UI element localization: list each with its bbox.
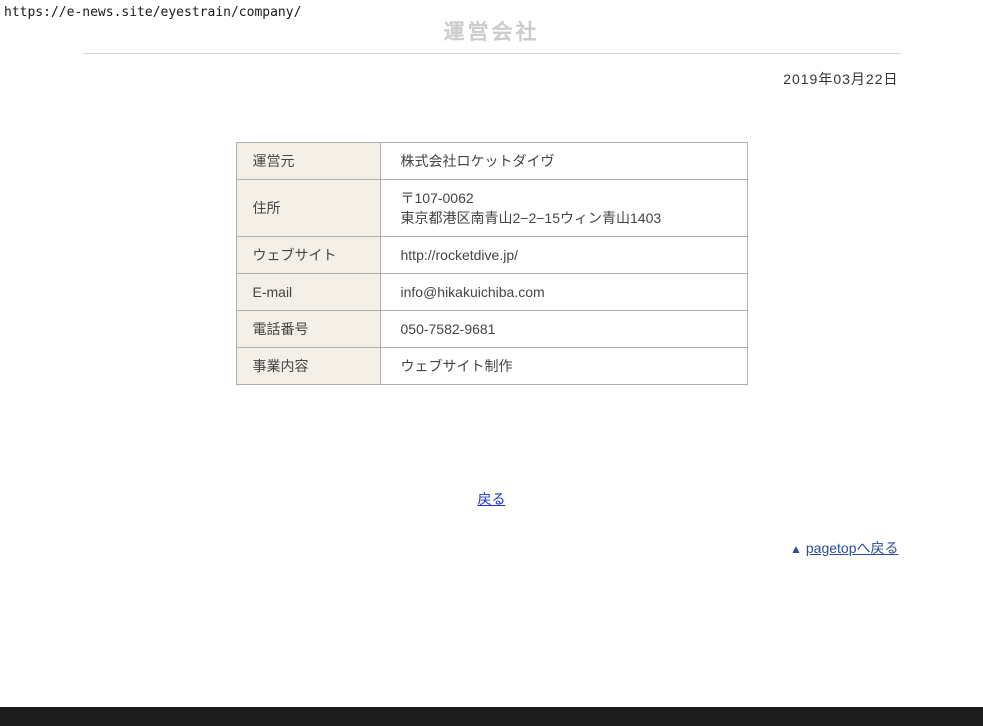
page-url-text: https://e-news.site/eyestrain/company/ (4, 5, 301, 20)
table-row: 運営元株式会社ロケットダイヴ (236, 143, 747, 180)
table-row: E-mailinfo@hikakuichiba.com (236, 274, 747, 311)
row-label: 住所 (236, 180, 380, 237)
row-label: E-mail (236, 274, 380, 311)
page-title: 運営会社 (83, 22, 901, 44)
row-value: http://rocketdive.jp/ (380, 237, 747, 274)
table-row: 住所〒107-0062 東京都港区南青山2−2−15ウィン青山1403 (236, 180, 747, 237)
row-label: 運営元 (236, 143, 380, 180)
up-triangle-icon: ▲ (790, 539, 802, 559)
table-row: 事業内容ウェブサイト制作 (236, 348, 747, 385)
row-label: 電話番号 (236, 311, 380, 348)
title-divider (83, 53, 901, 54)
content-container: 運営会社 2019年03月22日 運営元株式会社ロケットダイヴ住所〒107-00… (83, 0, 901, 559)
date-text: 2019年03月22日 (83, 71, 901, 88)
table-row: 電話番号050-7582-9681 (236, 311, 747, 348)
table-row: ウェブサイトhttp://rocketdive.jp/ (236, 237, 747, 274)
row-value: 050-7582-9681 (380, 311, 747, 348)
pagetop-label: pagetopへ戻る (806, 540, 899, 556)
company-table-body: 運営元株式会社ロケットダイヴ住所〒107-0062 東京都港区南青山2−2−15… (236, 143, 747, 385)
pagetop-link[interactable]: ▲pagetopへ戻る (790, 540, 899, 556)
footer-bar (0, 707, 983, 726)
row-value: info@hikakuichiba.com (380, 274, 747, 311)
row-label: 事業内容 (236, 348, 380, 385)
back-link[interactable]: 戻る (478, 491, 506, 507)
row-value: ウェブサイト制作 (380, 348, 747, 385)
back-link-wrap: 戻る (83, 489, 901, 510)
row-label: ウェブサイト (236, 237, 380, 274)
row-value: 〒107-0062 東京都港区南青山2−2−15ウィン青山1403 (380, 180, 747, 237)
company-info-table: 運営元株式会社ロケットダイヴ住所〒107-0062 東京都港区南青山2−2−15… (236, 142, 748, 385)
company-page: { "page": { "url_text": "https://e-news.… (0, 0, 983, 726)
pagetop-link-wrap: ▲pagetopへ戻る (83, 538, 901, 559)
row-value: 株式会社ロケットダイヴ (380, 143, 747, 180)
